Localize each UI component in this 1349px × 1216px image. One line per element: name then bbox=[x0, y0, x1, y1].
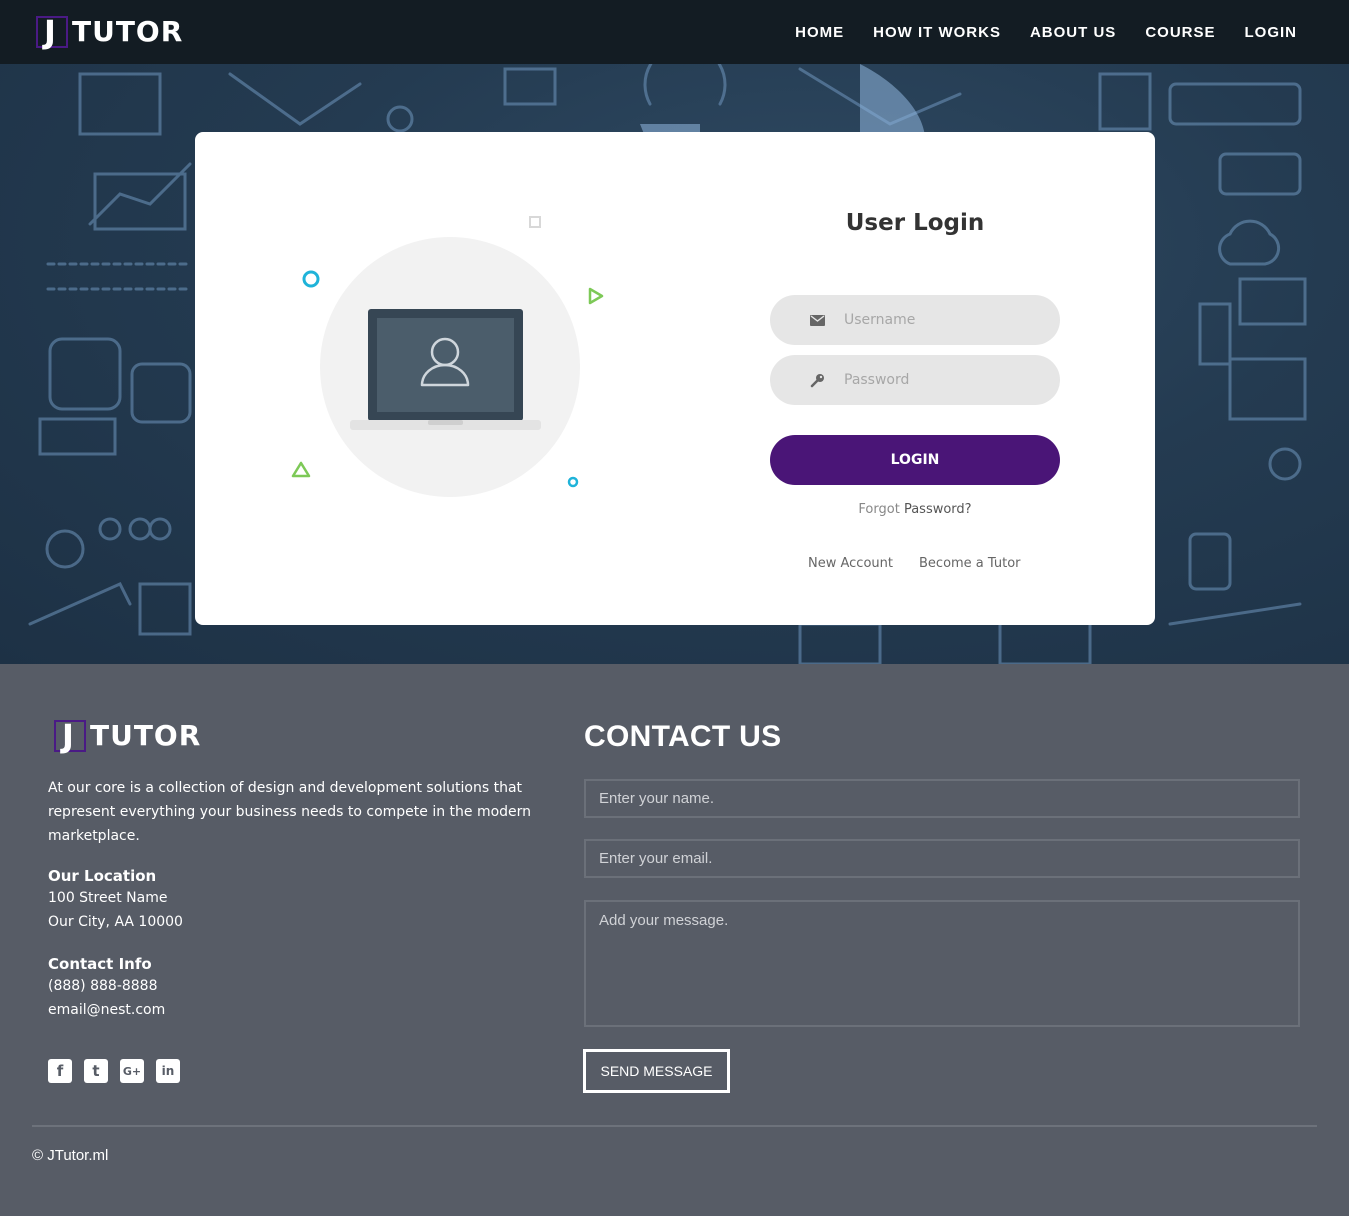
footer: J TUTOR At our core is a collection of d… bbox=[0, 664, 1349, 1216]
main-nav: HOME HOW IT WORKS ABOUT US COURSE LOGIN bbox=[795, 22, 1297, 44]
contact-info-heading: Contact Info bbox=[48, 955, 152, 973]
username-input[interactable] bbox=[844, 312, 1024, 328]
hero-section: User Login LOGIN Forgot Password? New Ac… bbox=[0, 64, 1349, 664]
top-navbar: J TUTOR HOME HOW IT WORKS ABOUT US COURS… bbox=[0, 0, 1349, 64]
social-links: f t G+ in bbox=[48, 1059, 180, 1083]
key-icon bbox=[804, 372, 830, 388]
facebook-icon[interactable]: f bbox=[48, 1059, 72, 1083]
nav-how-it-works[interactable]: HOW IT WORKS bbox=[873, 22, 1001, 44]
google-plus-icon[interactable]: G+ bbox=[120, 1059, 144, 1083]
login-button[interactable]: LOGIN bbox=[770, 435, 1060, 485]
nav-about-us[interactable]: ABOUT US bbox=[1030, 22, 1116, 44]
logo-word: TUTOR bbox=[90, 719, 202, 752]
send-message-button[interactable]: SEND MESSAGE bbox=[583, 1049, 730, 1093]
phone-number: (888) 888-8888 bbox=[48, 978, 158, 994]
footer-divider bbox=[32, 1125, 1317, 1127]
footer-logo[interactable]: J TUTOR bbox=[54, 718, 202, 754]
username-field bbox=[770, 295, 1060, 345]
contact-message-input[interactable] bbox=[584, 900, 1300, 1027]
forgot-prefix: Forgot bbox=[858, 502, 900, 517]
contact-name-input[interactable] bbox=[584, 779, 1300, 818]
twitter-icon[interactable]: t bbox=[84, 1059, 108, 1083]
login-title: User Login bbox=[845, 210, 985, 236]
contact-title: CONTACT US bbox=[584, 720, 782, 753]
nav-login[interactable]: LOGIN bbox=[1245, 22, 1298, 44]
become-tutor-link[interactable]: Become a Tutor bbox=[919, 556, 1021, 571]
logo-mark: J bbox=[54, 718, 86, 754]
copyright: © JTutor.ml bbox=[32, 1147, 109, 1164]
password-field bbox=[770, 355, 1060, 405]
new-account-link[interactable]: New Account bbox=[808, 556, 893, 571]
nav-home[interactable]: HOME bbox=[795, 22, 844, 44]
location-heading: Our Location bbox=[48, 867, 157, 885]
nav-course[interactable]: COURSE bbox=[1145, 22, 1215, 44]
contact-email-input[interactable] bbox=[584, 839, 1300, 878]
logo-mark: J bbox=[36, 14, 68, 50]
address-line-1: 100 Street Name bbox=[48, 890, 168, 906]
laptop-user-icon bbox=[291, 216, 604, 497]
about-text: At our core is a collection of design an… bbox=[48, 780, 532, 844]
password-input[interactable] bbox=[844, 372, 1024, 388]
login-card: User Login LOGIN Forgot Password? New Ac… bbox=[195, 132, 1155, 625]
email-address: email@nest.com bbox=[48, 1002, 166, 1018]
brand-logo[interactable]: J TUTOR bbox=[36, 14, 184, 50]
logo-word: TUTOR bbox=[72, 15, 184, 48]
linkedin-icon[interactable]: in bbox=[156, 1059, 180, 1083]
envelope-icon bbox=[804, 312, 830, 328]
forgot-password: Forgot Password? bbox=[770, 502, 1060, 517]
forgot-password-link[interactable]: Password? bbox=[904, 502, 972, 517]
address-line-2: Our City, AA 10000 bbox=[48, 914, 183, 930]
